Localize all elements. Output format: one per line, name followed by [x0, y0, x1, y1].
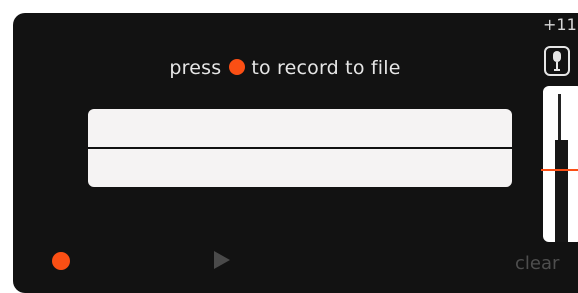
recorder-panel: press to record to file clear +11	[13, 13, 578, 293]
gain-marker[interactable]	[541, 169, 578, 171]
waveform-display	[88, 109, 512, 187]
microphone-icon	[553, 51, 561, 71]
meter-level	[555, 140, 568, 242]
waveform-baseline	[88, 147, 512, 149]
record-dot-icon	[229, 59, 246, 75]
instruction-suffix: to record to file	[251, 57, 401, 79]
microphone-button[interactable]	[544, 46, 570, 76]
instruction-prefix: press	[169, 57, 222, 79]
gain-label: +11	[543, 15, 577, 34]
play-button[interactable]	[214, 251, 230, 269]
record-button[interactable]	[52, 252, 70, 270]
record-instruction: press to record to file	[13, 57, 557, 79]
input-level-meter[interactable]	[541, 86, 578, 242]
